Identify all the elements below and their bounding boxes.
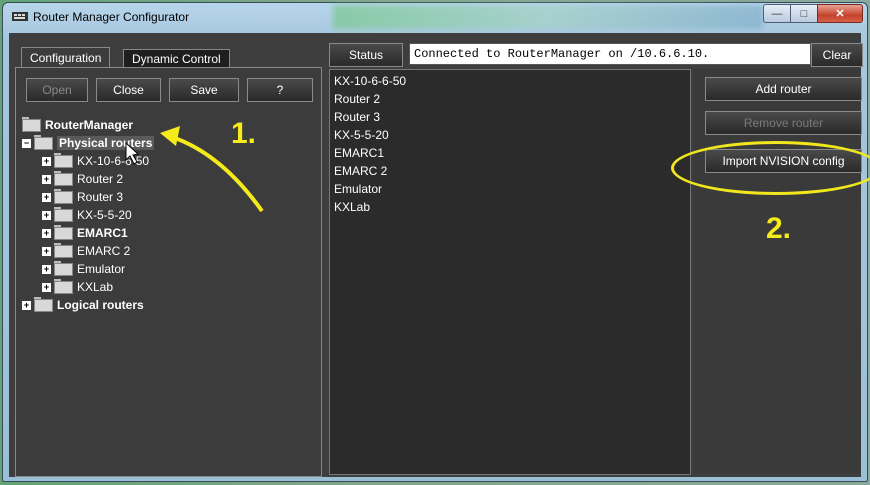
tree-node-logical-label: Logical routers <box>57 298 144 312</box>
status-button[interactable]: Status <box>329 43 403 67</box>
list-item[interactable]: Emulator <box>334 182 382 196</box>
tree-item-router[interactable]: + KX-5-5-20 <box>42 206 132 224</box>
list-item[interactable]: EMARC1 <box>334 146 384 160</box>
tree-root[interactable]: RouterManager <box>22 116 133 134</box>
list-item[interactable]: KX-10-6-6-50 <box>334 74 406 88</box>
tab-dynamic-control[interactable]: Dynamic Control <box>123 49 230 68</box>
tree-item-router[interactable]: + KX-10-6-6-50 <box>42 152 149 170</box>
annotation-step-2: 2. <box>766 212 792 245</box>
save-button[interactable]: Save <box>169 78 239 102</box>
list-item[interactable]: Router 3 <box>334 110 380 124</box>
tree-item-router[interactable]: + Emulator <box>42 260 125 278</box>
expand-icon[interactable]: + <box>42 210 51 220</box>
folder-icon <box>22 116 41 132</box>
expand-icon[interactable]: + <box>22 300 31 310</box>
list-item[interactable]: KXLab <box>334 200 370 214</box>
folder-icon <box>54 260 73 276</box>
tree-item-router[interactable]: + Router 3 <box>42 188 123 206</box>
folder-icon <box>54 242 73 258</box>
expand-icon[interactable]: + <box>42 282 51 292</box>
clear-button[interactable]: Clear <box>811 43 863 67</box>
expand-icon[interactable]: + <box>42 246 51 256</box>
expand-icon[interactable]: + <box>42 156 51 166</box>
close-button[interactable]: Close <box>96 78 161 102</box>
tree-item-router[interactable]: + EMARC 2 <box>42 242 130 260</box>
add-router-button[interactable]: Add router <box>705 77 862 101</box>
help-button[interactable]: ? <box>247 78 313 102</box>
app-window: Router Manager Configurator — □ ✕ Config… <box>2 2 868 482</box>
folder-icon <box>54 278 73 294</box>
close-window-button[interactable]: ✕ <box>817 4 863 23</box>
toolbar: Open Close Save ? <box>26 78 313 102</box>
list-item[interactable]: KX-5-5-20 <box>334 128 389 142</box>
folder-icon <box>54 224 73 240</box>
app-icon <box>12 12 28 21</box>
window-controls: — □ ✕ <box>763 4 863 23</box>
tree-node-logical[interactable]: + Logical routers <box>22 296 144 314</box>
window-title: Router Manager Configurator <box>33 10 190 24</box>
tree-node-physical-label: Physical routers <box>57 136 155 150</box>
tree-item-router[interactable]: + KXLab <box>42 278 113 296</box>
tree-item-label: Router 3 <box>77 190 124 204</box>
configuration-panel: Open Close Save ? RouterManager − Physic… <box>15 67 322 477</box>
folder-icon <box>54 152 73 168</box>
expand-icon[interactable]: + <box>42 228 51 238</box>
tab-configuration[interactable]: Configuration <box>21 47 111 68</box>
folder-icon <box>54 170 73 186</box>
open-button[interactable]: Open <box>26 78 88 102</box>
tree-item-label: KX-5-5-20 <box>77 208 132 222</box>
tree-item-label: KXLab <box>77 280 114 294</box>
expand-icon[interactable]: + <box>42 264 51 274</box>
client-area: Configuration Dynamic Control Open Close… <box>9 33 863 477</box>
title-bar[interactable]: Router Manager Configurator — □ ✕ <box>3 3 867 31</box>
tree-item-label: Emulator <box>77 262 126 276</box>
tree-item-label: KX-10-6-6-50 <box>77 154 150 168</box>
status-field: Connected to RouterManager on /10.6.6.10… <box>409 43 811 65</box>
annotation-step-1: 1. <box>231 117 257 150</box>
maximize-icon: □ <box>800 7 808 20</box>
remove-router-button[interactable]: Remove router <box>705 111 862 135</box>
folder-icon <box>54 206 73 222</box>
minimize-icon: — <box>771 7 783 20</box>
tree-item-label: EMARC1 <box>77 226 128 240</box>
annotation-ellipse <box>671 141 870 195</box>
close-icon: ✕ <box>835 8 845 20</box>
folder-icon <box>54 188 73 204</box>
collapse-icon[interactable]: − <box>22 138 31 148</box>
title-bar-glow <box>333 5 763 29</box>
tree-item-router[interactable]: + EMARC1 <box>42 224 128 242</box>
folder-icon <box>34 134 53 150</box>
tree-root-label: RouterManager <box>45 118 134 132</box>
left-panel: Configuration Dynamic Control Open Close… <box>15 43 322 477</box>
tree-item-router[interactable]: + Router 2 <box>42 170 123 188</box>
list-item[interactable]: EMARC 2 <box>334 164 387 178</box>
expand-icon[interactable]: + <box>42 192 51 202</box>
actions-panel: Add router Remove router Import NVISION … <box>693 69 862 473</box>
tree-node-physical[interactable]: − Physical routers <box>22 134 155 152</box>
router-tree: RouterManager − Physical routers + KX-10-… <box>20 112 318 470</box>
tree-item-label: EMARC 2 <box>77 244 131 258</box>
maximize-button[interactable]: □ <box>790 4 818 23</box>
expand-icon[interactable]: + <box>42 174 51 184</box>
folder-icon <box>34 296 53 312</box>
list-item[interactable]: Router 2 <box>334 92 380 106</box>
minimize-button[interactable]: — <box>763 4 791 23</box>
tree-item-label: Router 2 <box>77 172 124 186</box>
router-list: KX-10-6-6-50 Router 2 Router 3 KX-5-5-20… <box>329 69 691 475</box>
